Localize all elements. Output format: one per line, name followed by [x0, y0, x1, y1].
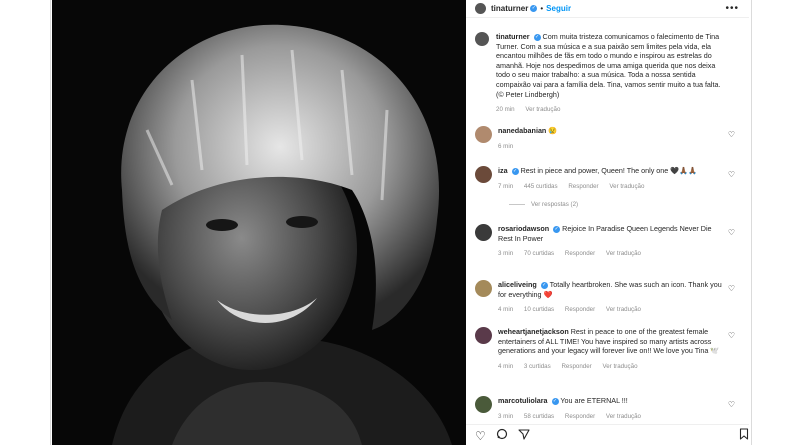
comments-panel: tinaturner ✓ • Seguir ••• tinaturner ✓ C…: [466, 0, 749, 445]
comment-meta: 4 min 3 curtidas Responder Ver tradução: [498, 362, 723, 372]
comment-item: rosariodawson ✓ Rejoice In Paradise Quee…: [475, 224, 740, 259]
comment-likes[interactable]: 70 curtidas: [524, 250, 554, 257]
comment-likes[interactable]: 445 curtidas: [524, 183, 558, 190]
comment-time[interactable]: 3 min: [498, 250, 513, 257]
verified-icon: ✓: [530, 5, 538, 12]
share-icon[interactable]: [518, 428, 530, 443]
comment-username[interactable]: nanedabanian: [498, 126, 546, 135]
comment-item: marcotuliolara ✓ You are ETERNAL !!! 3 m…: [475, 396, 740, 421]
comment-time[interactable]: 6 min: [498, 143, 513, 150]
comment-likes[interactable]: 58 curtidas: [524, 413, 554, 420]
avatar[interactable]: [475, 327, 492, 344]
comment-text: Rest in piece and power, Queen! The only…: [520, 166, 698, 175]
comment-item: iza ✓ Rest in piece and power, Queen! Th…: [475, 166, 740, 191]
post-caption: tinaturner ✓ Com muita tristeza comunica…: [466, 18, 749, 115]
caption-meta: 20 min Ver tradução: [496, 105, 726, 115]
avatar[interactable]: [475, 166, 492, 183]
heart-icon[interactable]: ♡: [475, 429, 486, 443]
comment-item: aliceliveing ✓ Totally heartbroken. She …: [475, 280, 740, 315]
verified-icon: ✓: [533, 33, 541, 41]
post-photo[interactable]: [52, 0, 466, 445]
caption-translate[interactable]: Ver tradução: [525, 106, 560, 113]
bookmark-icon[interactable]: [739, 428, 749, 443]
avatar[interactable]: [475, 126, 492, 143]
replies-divider: [509, 203, 525, 205]
comment-username[interactable]: aliceliveing: [498, 280, 537, 289]
verified-icon: ✓: [553, 225, 561, 233]
reply-button[interactable]: Responder: [565, 306, 595, 313]
comment-time[interactable]: 4 min: [498, 306, 513, 313]
header-username[interactable]: tinaturner: [491, 4, 528, 13]
comment-username[interactable]: weheartjanetjackson: [498, 327, 569, 336]
caption-text: Com muita tristeza comunicamos o falecim…: [496, 32, 721, 99]
comment-meta: 6 min: [498, 142, 723, 152]
caption-avatar[interactable]: [475, 32, 489, 46]
avatar[interactable]: [475, 224, 492, 241]
heart-icon[interactable]: ♡: [728, 170, 735, 180]
heart-icon[interactable]: ♡: [728, 331, 735, 341]
verified-icon: ✓: [540, 281, 548, 289]
more-options-icon[interactable]: •••: [725, 3, 739, 14]
action-bar: ♡: [466, 424, 749, 445]
comment-time[interactable]: 4 min: [498, 363, 513, 370]
post-header: tinaturner ✓ • Seguir •••: [466, 0, 749, 18]
comment-likes[interactable]: 10 curtidas: [524, 306, 554, 313]
avatar[interactable]: [475, 280, 492, 297]
avatar[interactable]: [475, 3, 486, 14]
view-replies-button[interactable]: Ver respostas (2): [509, 201, 578, 208]
heart-icon[interactable]: ♡: [728, 400, 735, 410]
comment-text: You are ETERNAL !!!: [560, 396, 628, 405]
heart-icon[interactable]: ♡: [728, 284, 735, 294]
comment-icon[interactable]: [496, 428, 508, 443]
translate-button[interactable]: Ver tradução: [609, 183, 644, 190]
translate-button[interactable]: Ver tradução: [606, 413, 641, 420]
verified-icon: ✓: [551, 397, 559, 405]
heart-icon[interactable]: ♡: [728, 228, 735, 238]
comment-item: weheartjanetjackson Rest in peace to one…: [475, 327, 740, 371]
follow-button[interactable]: Seguir: [546, 4, 571, 13]
reply-button[interactable]: Responder: [565, 250, 595, 257]
translate-button[interactable]: Ver tradução: [602, 363, 637, 370]
comment-meta: 3 min 70 curtidas Responder Ver tradução: [498, 249, 723, 259]
translate-button[interactable]: Ver tradução: [606, 306, 641, 313]
translate-button[interactable]: Ver tradução: [606, 250, 641, 257]
reply-button[interactable]: Responder: [565, 413, 595, 420]
comment-username[interactable]: marcotuliolara: [498, 396, 548, 405]
comment-text: 😢: [548, 126, 558, 135]
comment-meta: 7 min 445 curtidas Responder Ver traduçã…: [498, 182, 723, 192]
caption-username[interactable]: tinaturner: [496, 32, 530, 41]
reply-button[interactable]: Responder: [568, 183, 598, 190]
dot-separator: •: [540, 4, 544, 13]
portrait-image: [52, 0, 466, 445]
comment-likes[interactable]: 3 curtidas: [524, 363, 551, 370]
view-replies-label: Ver respostas (2): [531, 201, 579, 208]
comment-meta: 4 min 10 curtidas Responder Ver tradução: [498, 305, 723, 315]
comment-time[interactable]: 3 min: [498, 413, 513, 420]
comment-time[interactable]: 7 min: [498, 183, 513, 190]
comment-username[interactable]: rosariodawson: [498, 224, 549, 233]
heart-icon[interactable]: ♡: [728, 130, 735, 140]
reply-button[interactable]: Responder: [561, 363, 591, 370]
caption-time[interactable]: 20 min: [496, 106, 515, 113]
avatar[interactable]: [475, 396, 492, 413]
comment-meta: 3 min 58 curtidas Responder Ver tradução: [498, 412, 723, 422]
comment-item: nanedabanian 😢 6 min ♡: [475, 126, 740, 151]
comment-username[interactable]: iza: [498, 166, 508, 175]
verified-icon: ✓: [511, 167, 519, 175]
